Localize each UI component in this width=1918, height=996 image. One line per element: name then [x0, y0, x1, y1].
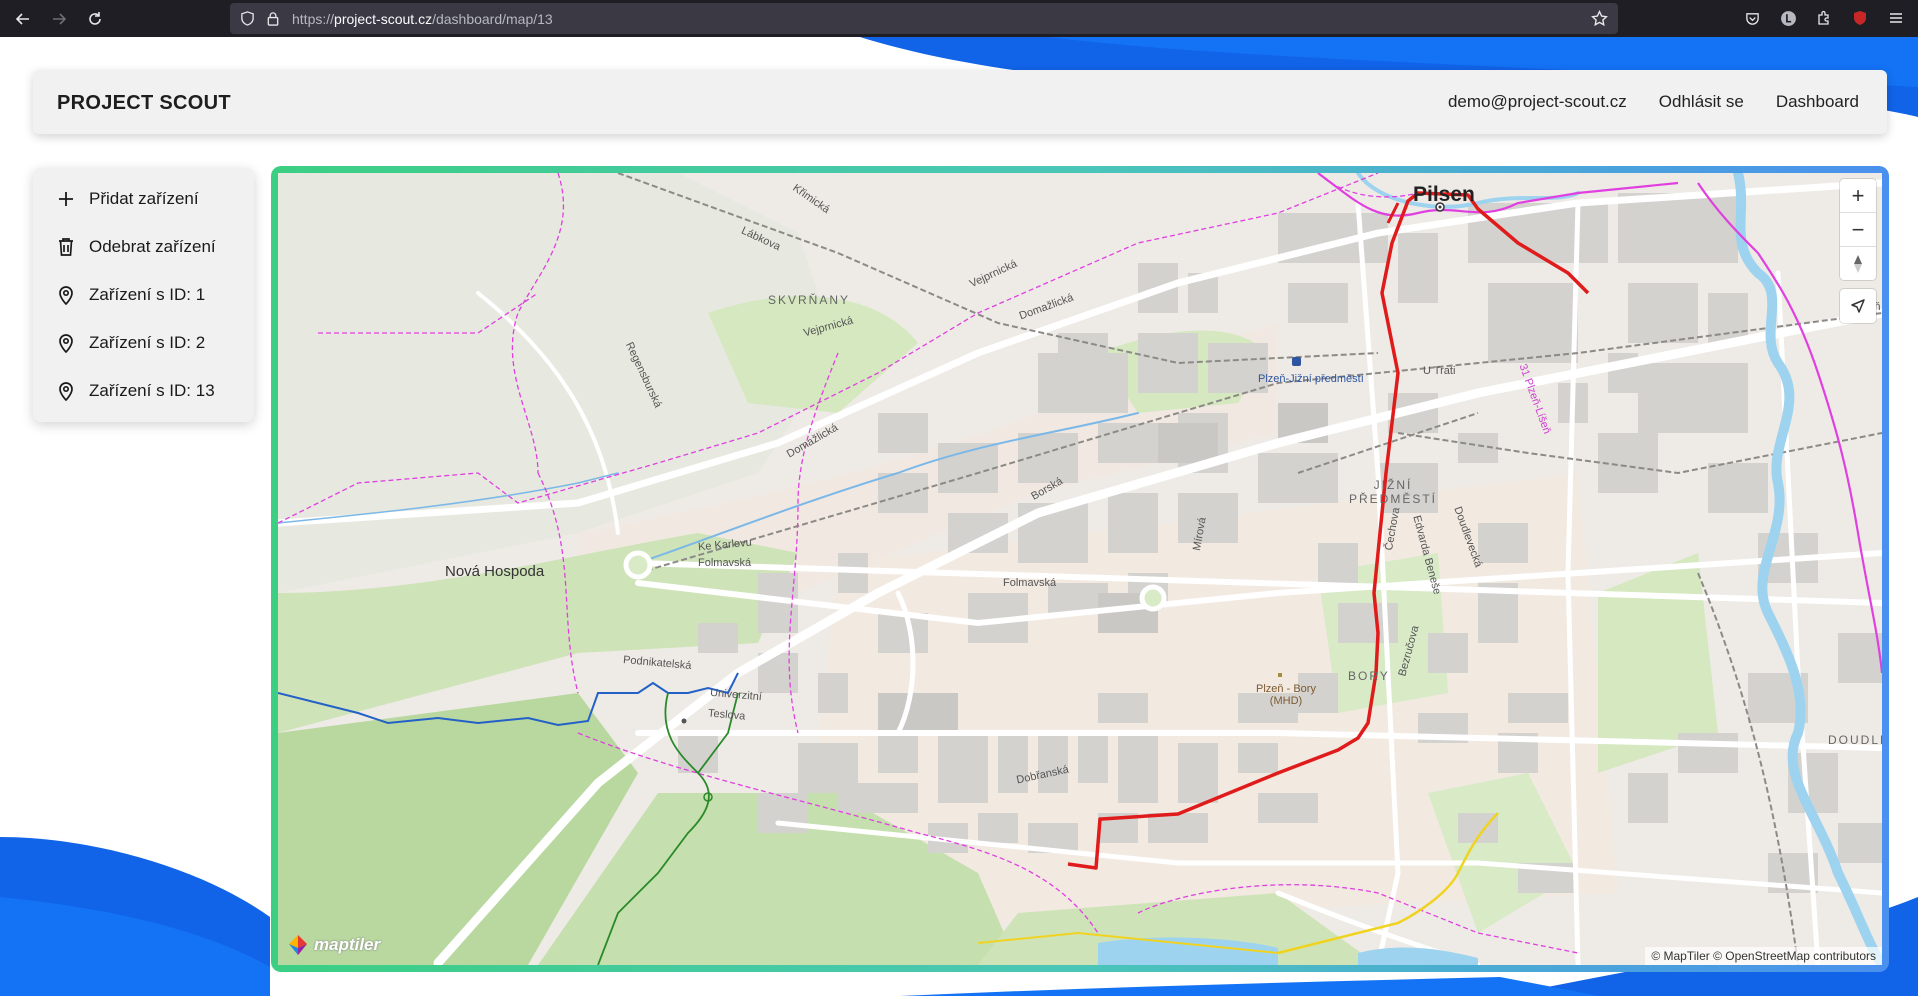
zoom-out-button[interactable]: −: [1840, 213, 1876, 247]
map-canvas[interactable]: Pilsen SKVRŇANY JIŽNÍ PŘEDMĚSTÍ BORY DOU…: [278, 173, 1882, 965]
pocket-icon: [1745, 12, 1759, 25]
map-label-street: Folmavská: [698, 557, 752, 569]
map-label-district: DOUDLEVC: [1828, 733, 1882, 747]
zoom-in-button[interactable]: +: [1840, 179, 1876, 213]
sidebar-item-label: Zařízení s ID: 1: [89, 285, 206, 304]
maptiler-logo-icon: [289, 935, 307, 955]
user-email-link[interactable]: demo@project-scout.cz: [1448, 92, 1627, 112]
compass-icon: [1854, 254, 1862, 273]
maptiler-attribution-link[interactable]: © MapTiler: [1651, 949, 1709, 963]
puzzle-icon: [1818, 10, 1829, 25]
sidebar-item-label: Odebrat zařízení: [89, 237, 216, 256]
location-pin-icon: [55, 332, 77, 354]
hamburger-menu-icon: [1890, 13, 1902, 23]
header-nav: demo@project-scout.cz Odhlásit se Dashbo…: [1448, 92, 1859, 112]
maptiler-logo[interactable]: maptiler: [286, 933, 380, 957]
back-button[interactable]: [10, 6, 36, 32]
dashboard-link[interactable]: Dashboard: [1776, 92, 1859, 112]
map-zoom-controls: + −: [1840, 179, 1876, 280]
map-frame: Pilsen SKVRŇANY JIŽNÍ PŘEDMĚSTÍ BORY DOU…: [271, 166, 1889, 972]
location-pin-icon: [55, 284, 77, 306]
menu-button[interactable]: [1884, 6, 1908, 30]
geolocate-button[interactable]: [1840, 289, 1876, 323]
account-button[interactable]: [1776, 6, 1800, 30]
pocket-button[interactable]: [1740, 6, 1764, 30]
bookmark-star-icon[interactable]: [1591, 10, 1608, 27]
map-label-city: Pilsen: [1413, 183, 1475, 206]
map-attribution: © MapTiler © OpenStreetMap contributors: [1645, 947, 1882, 965]
reload-button[interactable]: [82, 6, 108, 32]
sidebar: Přidat zařízení Odebrat zařízení Zařízen…: [33, 168, 254, 422]
map-label-street: U Trati: [1423, 365, 1456, 377]
maptiler-logo-text: maptiler: [314, 935, 381, 954]
map-label-station: Plzeň - Bory (MHD): [1256, 683, 1316, 707]
logout-link[interactable]: Odhlásit se: [1659, 92, 1744, 112]
map-label-street: Folmavská: [1003, 577, 1057, 589]
sidebar-item-device-13[interactable]: Zařízení s ID: 13: [55, 377, 215, 405]
map-label-district: BORY: [1348, 669, 1390, 683]
remove-device-button[interactable]: Odebrat zařízení: [55, 233, 216, 261]
trash-icon: [55, 236, 77, 258]
add-device-button[interactable]: Přidat zařízení: [55, 185, 199, 213]
ublock-button[interactable]: [1848, 6, 1872, 30]
sidebar-item-device-2[interactable]: Zařízení s ID: 2: [55, 329, 205, 357]
site-header: PROJECT SCOUT demo@project-scout.cz Odhl…: [33, 70, 1887, 134]
map-label-district: SKVRŇANY: [768, 293, 851, 307]
map-label-station: Plzeň-Jižní předměstí: [1258, 373, 1364, 385]
account-icon: [1780, 10, 1796, 26]
sidebar-item-label: Zařízení s ID: 2: [89, 333, 206, 352]
url-bar[interactable]: https://project-scout.cz/dashboard/map/1…: [230, 3, 1618, 34]
compass-button[interactable]: [1840, 247, 1876, 280]
browser-toolbar: https://project-scout.cz/dashboard/map/1…: [0, 0, 1918, 37]
map-label-place: Nová Hospoda: [445, 563, 545, 580]
brand-logo[interactable]: PROJECT SCOUT: [57, 92, 231, 115]
navigation-arrow-icon: [1851, 299, 1865, 313]
lock-icon: [267, 12, 279, 26]
reload-icon: [89, 12, 101, 25]
ublock-icon: [1854, 11, 1866, 25]
forward-button[interactable]: [46, 6, 72, 32]
arrow-right-icon: [53, 13, 67, 25]
shield-icon: [241, 11, 254, 26]
sidebar-item-label: Přidat zařízení: [89, 189, 199, 208]
plus-icon: [55, 188, 77, 210]
extensions-button[interactable]: [1812, 6, 1836, 30]
url-text: https://project-scout.cz/dashboard/map/1…: [292, 11, 553, 27]
arrow-left-icon: [15, 13, 29, 25]
location-pin-icon: [55, 380, 77, 402]
map-label-district: JIŽNÍ PŘEDMĚSTÍ: [1348, 478, 1437, 506]
osm-attribution-link[interactable]: © OpenStreetMap contributors: [1713, 949, 1876, 963]
sidebar-item-device-1[interactable]: Zařízení s ID: 1: [55, 281, 205, 309]
sidebar-item-label: Zařízení s ID: 13: [89, 381, 215, 400]
